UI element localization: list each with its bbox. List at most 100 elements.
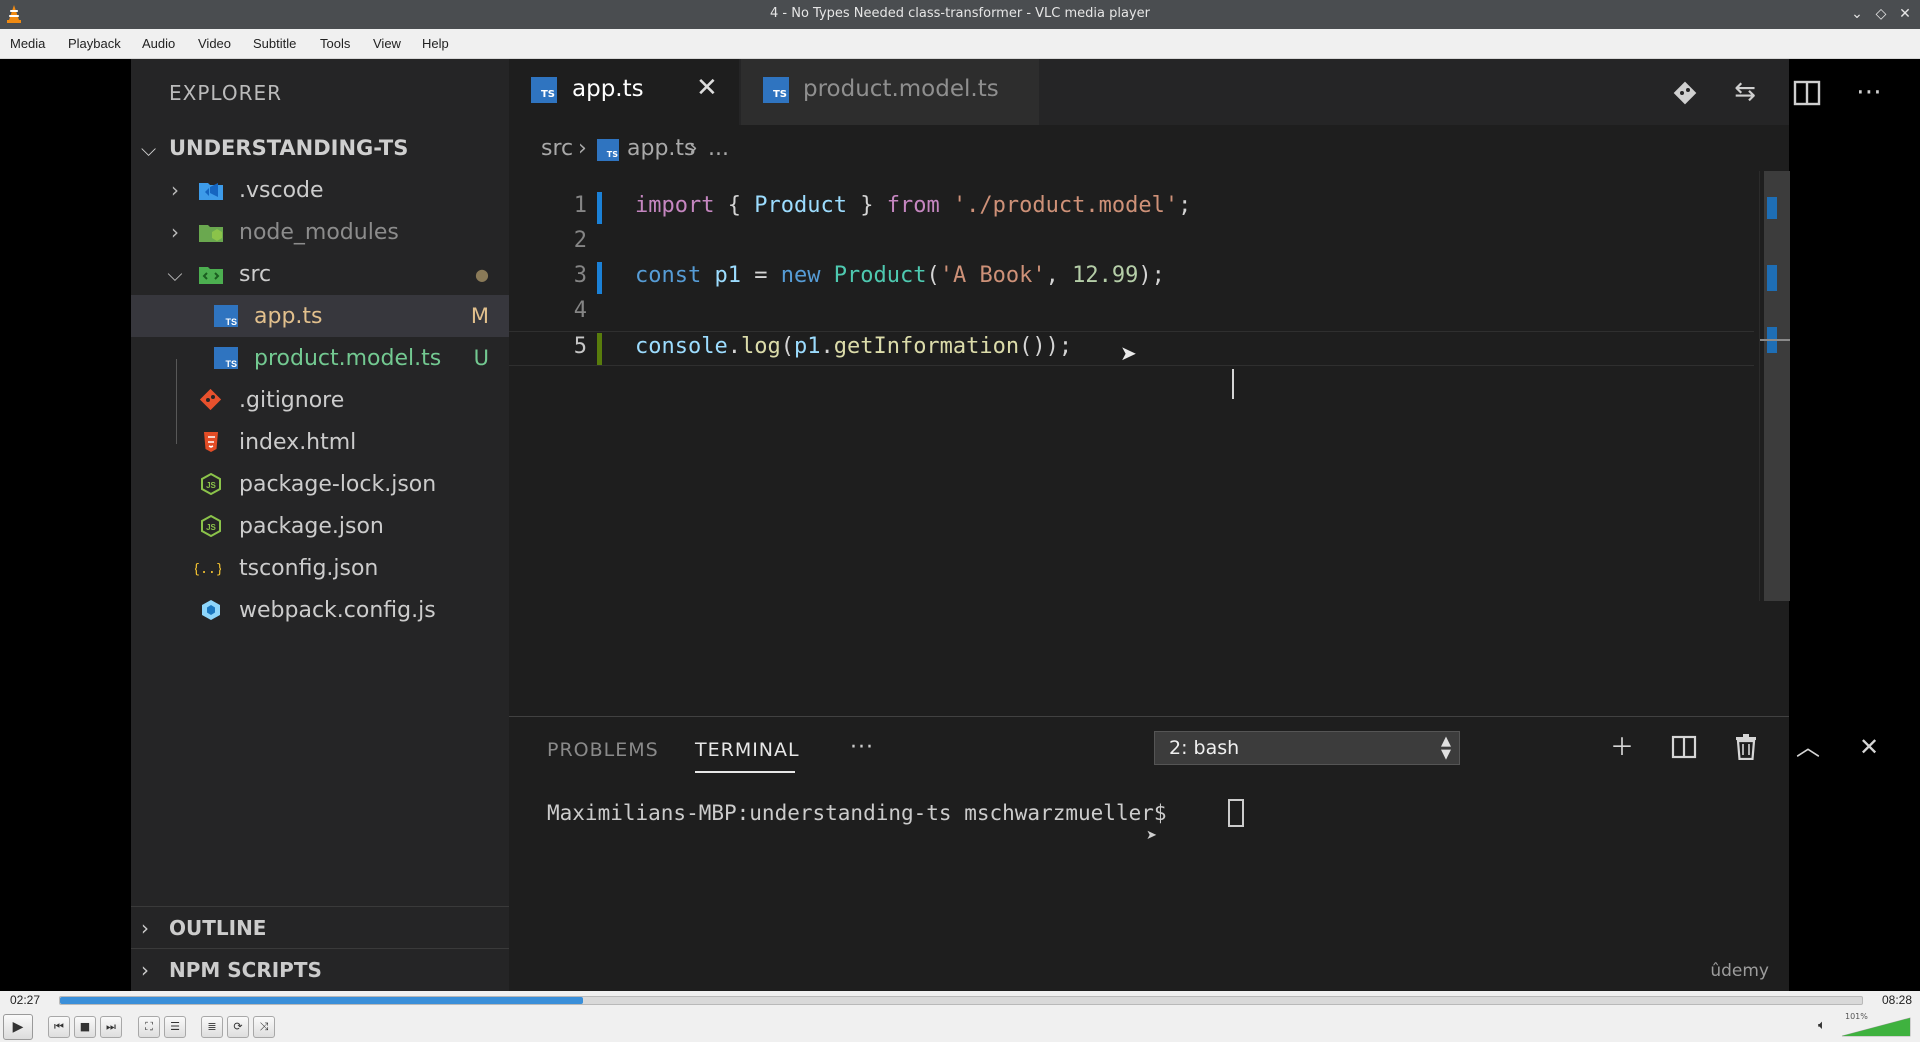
code-text: import { Product } from './product.model…: [635, 193, 1192, 218]
stop-icon[interactable]: ■: [74, 1016, 96, 1038]
code-editor[interactable]: 1 import { Product } from './product.mod…: [509, 171, 1754, 601]
svg-text:TS: TS: [225, 317, 237, 327]
trash-icon[interactable]: [1726, 730, 1766, 766]
active-tab-indicator: [695, 771, 795, 773]
tab-terminal[interactable]: TERMINAL: [695, 739, 800, 761]
terminal-select[interactable]: 2: bash ▲ ▼: [1154, 731, 1460, 765]
menu-media[interactable]: Media: [10, 36, 45, 51]
menu-video[interactable]: Video: [198, 36, 231, 51]
breadcrumb-folder[interactable]: src: [541, 136, 573, 161]
fullscreen-icon[interactable]: ⛶: [138, 1016, 160, 1038]
tree-item-package-json[interactable]: JS package.json: [131, 505, 509, 547]
git-diamond-icon: [1673, 81, 1697, 105]
chevron-down-icon: ⌵: [167, 262, 183, 286]
close-panel-icon[interactable]: ✕: [1849, 730, 1889, 766]
breadcrumb-more[interactable]: ...: [708, 136, 729, 161]
next-icon[interactable]: ⏭: [100, 1016, 122, 1038]
tree-item-package-lock-json[interactable]: JS package-lock.json: [131, 463, 509, 505]
editor-scrollbar[interactable]: [1759, 171, 1790, 601]
udemy-watermark: ûdemy: [1710, 961, 1769, 981]
menu-view[interactable]: View: [373, 36, 401, 51]
line-number: 5: [573, 334, 587, 359]
project-name: UNDERSTANDING-TS: [169, 136, 409, 160]
tree-item-label: node_modules: [239, 220, 399, 245]
tree-item-product-model-ts[interactable]: TS product.model.ts U: [131, 337, 509, 379]
play-button[interactable]: ▶: [3, 1014, 33, 1040]
menu-playback[interactable]: Playback: [68, 36, 121, 51]
tab-problems[interactable]: PROBLEMS: [547, 739, 659, 761]
tree-item-label: product.model.ts: [254, 346, 442, 371]
menu-audio[interactable]: Audio: [142, 36, 175, 51]
chevron-right-icon: ›: [689, 136, 698, 161]
mouse-pointer-icon: ➤: [1146, 828, 1157, 843]
panel-more-icon[interactable]: ···: [850, 735, 874, 760]
tree-item-label: app.ts: [254, 304, 323, 329]
editor-tab-bar: TS app.ts ✕ TS product.model.ts ⇆ ⋯: [509, 59, 1882, 125]
chevron-down-icon: ⌵: [141, 137, 157, 161]
more-actions-icon[interactable]: ⋯: [1849, 75, 1889, 111]
tree-item-tsconfig-json[interactable]: {..} tsconfig.json: [131, 547, 509, 589]
menu-help[interactable]: Help: [422, 36, 449, 51]
code-line: 4: [509, 296, 1754, 331]
maximize-icon[interactable]: ◇: [1872, 4, 1890, 24]
breadcrumb: src › TS app.ts › ...: [509, 125, 1789, 171]
overview-ruler-mark: [1767, 197, 1777, 219]
terminal-cursor: [1228, 799, 1244, 827]
shuffle-icon[interactable]: ⤨: [253, 1016, 275, 1038]
tree-item-label: .vscode: [239, 178, 324, 203]
playlist-icon[interactable]: ≣: [201, 1016, 223, 1038]
open-changes-icon[interactable]: ⇆: [1725, 75, 1765, 111]
text-cursor: [1232, 369, 1234, 399]
cursor-position-mark: [1760, 339, 1790, 341]
menu-subtitle[interactable]: Subtitle: [253, 36, 296, 51]
npm-scripts-section[interactable]: › NPM SCRIPTS: [131, 948, 509, 990]
tab-label: app.ts: [572, 76, 644, 102]
svg-text:TS: TS: [225, 359, 237, 369]
outline-section[interactable]: › OUTLINE: [131, 906, 509, 948]
tree-item-app-ts[interactable]: TS app.ts M: [131, 295, 509, 337]
tree-item-node-modules: › node_modules: [131, 211, 509, 253]
maximize-panel-icon[interactable]: ︿: [1788, 730, 1828, 766]
split-icon: [1793, 80, 1821, 106]
chevron-right-icon: ›: [578, 136, 587, 161]
total-time[interactable]: 08:28: [1882, 993, 1912, 1007]
tree-item-index-html[interactable]: index.html: [131, 421, 509, 463]
tree-item-src: ⌵ src ●: [131, 253, 509, 295]
tab-label: product.model.ts: [803, 76, 999, 102]
split-editor-icon[interactable]: [1787, 75, 1827, 111]
nodejs-icon: JS: [201, 515, 221, 537]
webpack-icon: [202, 600, 220, 620]
node-folder-icon: [199, 225, 223, 242]
minimize-icon[interactable]: ⌄: [1848, 4, 1866, 24]
split-terminal-icon[interactable]: [1664, 730, 1704, 766]
seek-slider[interactable]: [59, 996, 1863, 1005]
tab-app-ts[interactable]: TS app.ts ✕: [509, 59, 739, 125]
modified-dot-badge: ●: [475, 265, 489, 284]
menu-tools[interactable]: Tools: [320, 36, 350, 51]
terminal-panel: PROBLEMS TERMINAL ··· 2: bash ▲ ▼ ＋ ︿ ✕ …: [509, 716, 1879, 991]
vscode-folder-icon: [199, 183, 223, 200]
loop-icon[interactable]: ⟳: [227, 1016, 249, 1038]
extended-settings-icon[interactable]: ☰: [164, 1016, 186, 1038]
git-icon[interactable]: [1665, 75, 1705, 111]
tree-item-label: package.json: [239, 514, 384, 539]
terminal-select-value: 2: bash: [1169, 737, 1240, 759]
chevron-right-icon: ›: [141, 916, 149, 940]
tab-product-model-ts[interactable]: TS product.model.ts: [741, 59, 1039, 125]
terminal-prompt[interactable]: Maximilians-MBP:understanding-ts mschwar…: [547, 801, 1179, 825]
new-terminal-icon[interactable]: ＋: [1602, 730, 1642, 766]
tree-item-gitignore[interactable]: .gitignore: [131, 379, 509, 421]
video-area[interactable]: EXPLORER ⌵ UNDERSTANDING-TS › .vscode ›: [0, 59, 1920, 991]
project-header: ⌵ UNDERSTANDING-TS: [131, 127, 509, 169]
tree-item-webpack-config-js[interactable]: webpack.config.js: [131, 589, 509, 631]
close-window-icon[interactable]: ✕: [1896, 4, 1914, 24]
line-number: 3: [573, 263, 587, 288]
speaker-icon[interactable]: 🔈︎: [1818, 1018, 1826, 1033]
close-tab-icon[interactable]: ✕: [696, 73, 718, 103]
volume-percent: 101%: [1845, 1012, 1868, 1021]
scroll-thumb[interactable]: [1764, 171, 1790, 601]
window-titlebar: 4 - No Types Needed class-transformer - …: [0, 0, 1920, 29]
breadcrumb-file[interactable]: app.ts: [627, 136, 696, 161]
overview-ruler-mark: [1767, 265, 1777, 291]
previous-icon[interactable]: ⏮: [48, 1016, 70, 1038]
